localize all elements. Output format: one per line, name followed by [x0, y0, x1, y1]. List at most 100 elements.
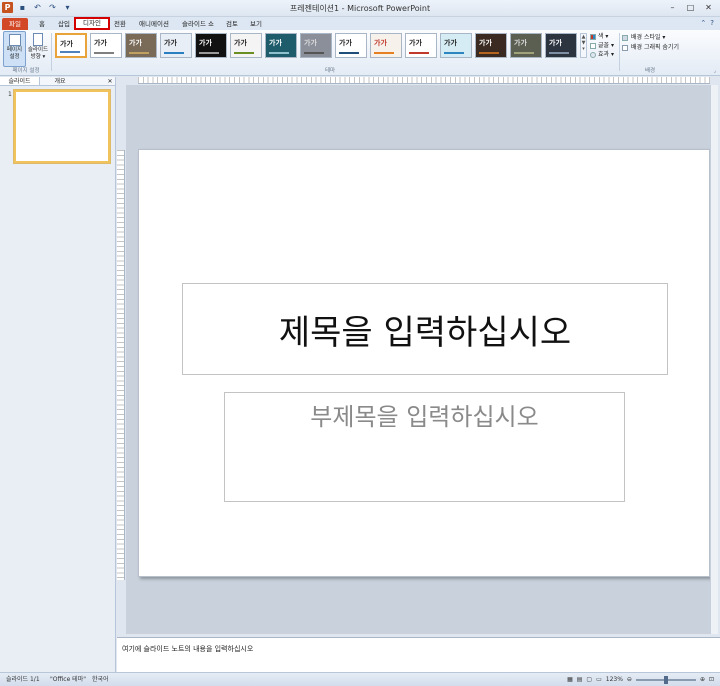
- maximize-button[interactable]: □: [683, 2, 698, 13]
- tab-file[interactable]: 파일: [2, 18, 28, 30]
- slide-canvas: 제목을 입력하십시오 부제목을 입력하십시오: [126, 85, 716, 634]
- slide[interactable]: 제목을 입력하십시오 부제목을 입력하십시오: [138, 149, 710, 577]
- theme-sample-text: 가가: [304, 39, 317, 47]
- theme-thumbnail[interactable]: 가가: [125, 33, 157, 58]
- theme-thumbnail[interactable]: 가가: [230, 33, 262, 58]
- effects-label: 효과 ▾: [598, 51, 614, 58]
- theme-sample-text: 가가: [549, 39, 562, 47]
- theme-thumbnail[interactable]: 가가: [300, 33, 332, 58]
- zoom-slider-thumb[interactable]: [663, 675, 668, 684]
- fonts-label: 글꼴 ▾: [598, 42, 614, 49]
- close-button[interactable]: ✕: [701, 2, 716, 13]
- theme-thumbnail[interactable]: 가가: [475, 33, 507, 58]
- theme-color-bar: [549, 52, 569, 54]
- background-styles-button[interactable]: 배경 스타일 ▾: [622, 33, 718, 43]
- theme-options: 색 ▾ 글꼴 ▾ 효과 ▾: [590, 32, 620, 59]
- background-styles-icon: [622, 35, 628, 41]
- slideshow-icon[interactable]: ▭: [596, 673, 602, 686]
- theme-sample-text: 가가: [129, 39, 142, 47]
- theme-sample-text: 가가: [479, 39, 492, 47]
- zoom-slider[interactable]: [635, 675, 696, 684]
- theme-sample-text: 가가: [60, 40, 73, 48]
- panel-tabs: 슬라이드 개요 ✕: [0, 77, 115, 86]
- theme-sample-text: 가가: [409, 39, 422, 47]
- subtitle-placeholder[interactable]: 부제목을 입력하십시오: [224, 392, 625, 502]
- effects-icon: [590, 51, 596, 58]
- slide-thumbnail[interactable]: [14, 90, 110, 163]
- tab-outline[interactable]: 개요: [40, 77, 80, 85]
- tab-slides[interactable]: 슬라이드: [0, 77, 40, 85]
- theme-thumbnail[interactable]: 가가: [405, 33, 437, 58]
- title-placeholder[interactable]: 제목을 입력하십시오: [182, 283, 668, 375]
- theme-color-bar: [164, 52, 184, 54]
- minimize-button[interactable]: –: [665, 2, 680, 13]
- help-icon[interactable]: ?: [710, 19, 714, 27]
- page-setup-label-2: 설정: [9, 54, 20, 60]
- theme-color-bar: [444, 52, 464, 54]
- theme-thumbnail[interactable]: 가가: [160, 33, 192, 58]
- tab-view[interactable]: 보기: [246, 18, 266, 30]
- zoom-level[interactable]: 123%: [606, 673, 623, 686]
- slides-panel: 슬라이드 개요 ✕ 1: [0, 77, 116, 672]
- tab-animations[interactable]: 애니메이션: [134, 18, 174, 30]
- window-title: 프레젠테이션1 - Microsoft PowerPoint: [289, 4, 431, 13]
- theme-gallery-more-button[interactable]: ▲ ▼ ▾: [580, 33, 587, 58]
- normal-view-icon[interactable]: ▦: [567, 673, 573, 686]
- colors-icon: [590, 33, 596, 40]
- theme-thumbnail[interactable]: 가가: [335, 33, 367, 58]
- slide-orientation-button[interactable]: 슬라이드 방향 ▾: [27, 31, 49, 67]
- theme-thumbnail[interactable]: 가가: [545, 33, 577, 58]
- notes-pane[interactable]: 여기에 슬라이드 노트의 내용을 입력하십시오: [117, 637, 720, 672]
- theme-fonts-button[interactable]: 글꼴 ▾: [590, 41, 620, 50]
- theme-color-bar: [94, 52, 114, 54]
- group-separator: [51, 33, 52, 71]
- slide-sorter-icon[interactable]: ▤: [577, 673, 583, 686]
- theme-color-bar: [269, 52, 289, 54]
- theme-colors-button[interactable]: 색 ▾: [590, 32, 620, 41]
- page-setup-button[interactable]: 페이지 설정: [3, 31, 26, 67]
- zoom-out-icon[interactable]: ⊖: [627, 673, 632, 686]
- page-setup-icon: [8, 34, 21, 46]
- reading-view-icon[interactable]: ▢: [586, 673, 592, 686]
- theme-color-bar: [129, 52, 149, 54]
- theme-thumbnail[interactable]: 가가: [510, 33, 542, 58]
- hide-background-graphics-checkbox[interactable]: 배경 그래픽 숨기기: [622, 43, 718, 53]
- theme-thumbnail[interactable]: 가가: [370, 33, 402, 58]
- tab-home[interactable]: 홈: [34, 18, 50, 30]
- theme-thumbnail[interactable]: 가가: [90, 33, 122, 58]
- tab-slideshow[interactable]: 슬라이드 쇼: [178, 18, 218, 30]
- status-bar: 슬라이드 1/1 "Office 테마" 한국어 ▦ ▤ ▢ ▭ 123% ⊖ …: [0, 672, 720, 686]
- language-indicator[interactable]: 한국어: [92, 673, 109, 686]
- theme-thumbnail[interactable]: 가가: [265, 33, 297, 58]
- group-label-background: 배경: [644, 68, 656, 74]
- theme-color-bar: [409, 52, 429, 54]
- tab-review[interactable]: 검토: [222, 18, 242, 30]
- theme-thumbnail[interactable]: 가가: [440, 33, 472, 58]
- theme-thumbnail[interactable]: 가가: [195, 33, 227, 58]
- title-bar: P ▪ ↶ ↷ ▾ 프레젠테이션1 - Microsoft PowerPoint…: [0, 0, 720, 17]
- theme-name: "Office 테마": [50, 676, 86, 683]
- theme-sample-text: 가가: [374, 39, 387, 47]
- tab-design[interactable]: 디자인: [74, 17, 110, 30]
- ribbon: 페이지 설정 슬라이드 방향 ▾ 페이지 설정 가가 가가 가가 가가 가가 가가 가가 가가…: [0, 30, 720, 76]
- theme-thumbnail[interactable]: 가가: [55, 33, 87, 58]
- theme-sample-text: 가가: [199, 39, 212, 47]
- close-panel-icon[interactable]: ✕: [105, 77, 115, 85]
- slide-thumbnail-number: 1: [8, 91, 12, 98]
- zoom-in-icon[interactable]: ⊕: [700, 673, 705, 686]
- minimize-ribbon-icon[interactable]: ⌃: [700, 19, 706, 27]
- dialog-launcher-icon[interactable]: ⌟: [714, 68, 716, 74]
- theme-color-bar: [234, 52, 254, 54]
- tab-transitions[interactable]: 전환: [110, 18, 130, 30]
- theme-color-bar: [304, 52, 324, 54]
- tab-insert[interactable]: 삽입: [54, 18, 74, 30]
- theme-color-bar: [374, 52, 394, 54]
- horizontal-ruler: [138, 77, 710, 84]
- group-label-themes: 테마: [324, 68, 336, 74]
- theme-gallery: 가가 가가 가가 가가 가가 가가 가가 가가 가가 가가 가가 가가 가가 가가 가가: [55, 33, 577, 58]
- theme-sample-text: 가가: [444, 39, 457, 47]
- vertical-scrollbar[interactable]: [710, 85, 718, 634]
- theme-effects-button[interactable]: 효과 ▾: [590, 50, 620, 59]
- slide-count: 슬라이드 1/1: [6, 676, 40, 683]
- fit-to-window-icon[interactable]: ⊡: [709, 673, 714, 686]
